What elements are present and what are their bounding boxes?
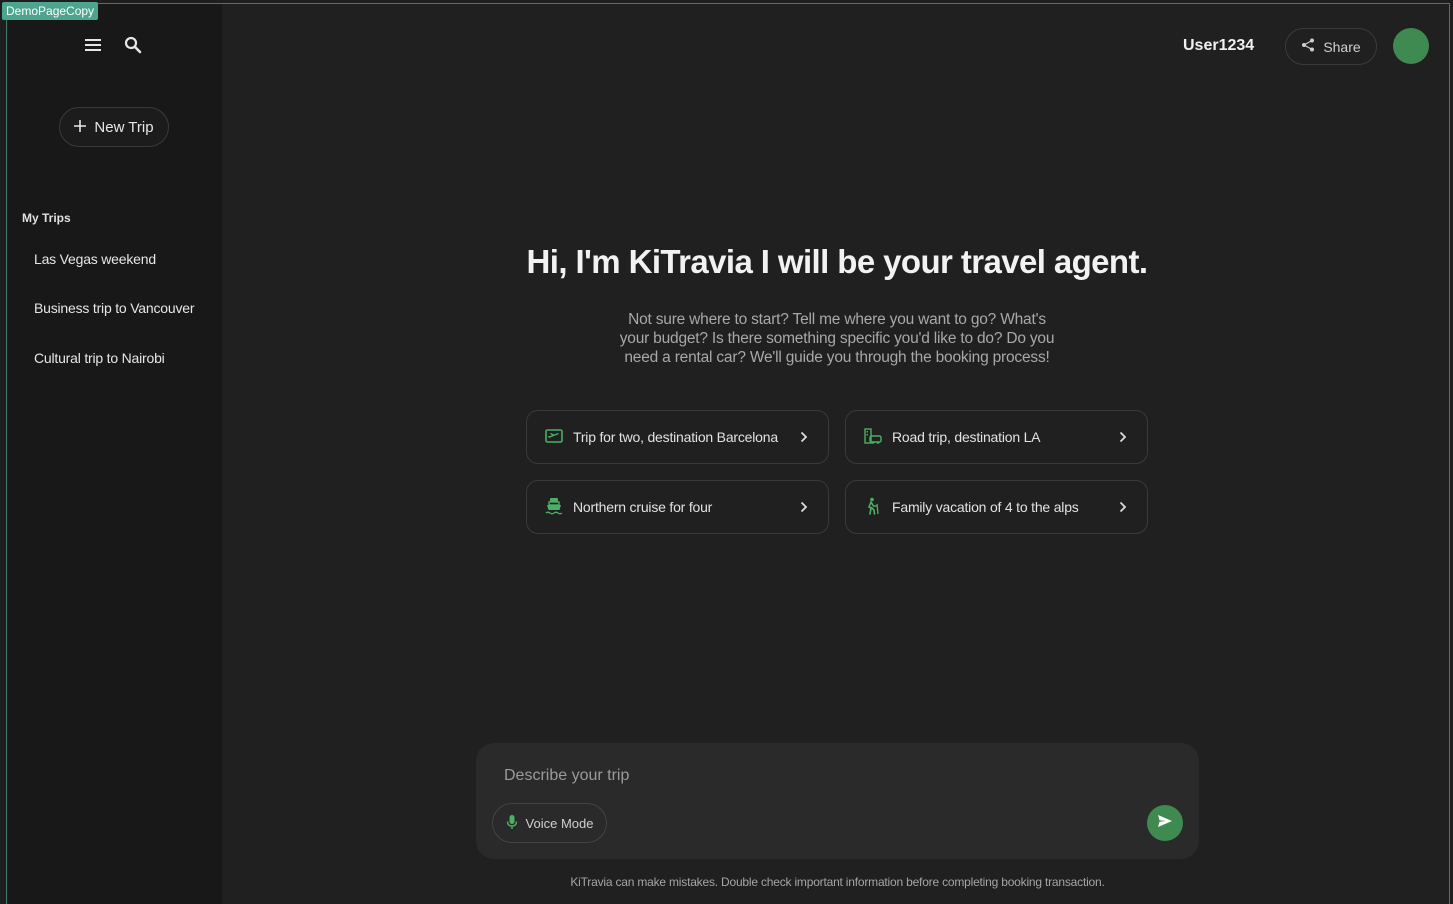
sidebar: New Trip My Trips Las Vegas weekend Busi… <box>8 4 222 904</box>
voice-mode-label: Voice Mode <box>525 815 594 831</box>
sidebar-toolbar <box>84 36 142 54</box>
sidebar-item-trip[interactable]: Cultural trip to Nairobi <box>34 350 165 366</box>
suggestion-card[interactable]: Northern cruise for four <box>526 480 829 534</box>
username: User1234 <box>1183 37 1255 54</box>
chevron-right-icon <box>1117 431 1129 443</box>
new-trip-button[interactable]: New Trip <box>59 107 169 147</box>
suggestion-label: Road trip, destination LA <box>892 429 1041 445</box>
chevron-right-icon <box>798 501 810 513</box>
sidebar-item-trip[interactable]: Business trip to Vancouver <box>34 300 194 316</box>
hiking-icon <box>864 497 882 518</box>
sidebar-item-trip[interactable]: Las Vegas weekend <box>34 251 156 267</box>
avatar[interactable] <box>1393 28 1429 64</box>
suggestion-card[interactable]: Trip for two, destination Barcelona <box>526 410 829 464</box>
menu-icon[interactable] <box>84 36 102 54</box>
suggestion-label: Northern cruise for four <box>573 499 713 515</box>
plus-icon <box>74 119 87 136</box>
suggestion-card[interactable]: Family vacation of 4 to the alps <box>845 480 1148 534</box>
disclaimer-text: KiTravia can make mistakes. Double check… <box>570 875 1105 889</box>
share-button[interactable]: Share <box>1285 28 1377 65</box>
search-icon[interactable] <box>124 36 142 54</box>
share-icon <box>1301 38 1315 55</box>
flight-icon <box>545 428 563 447</box>
trip-description-input[interactable] <box>502 763 1146 789</box>
microphone-icon <box>506 814 518 833</box>
intro-text: Not sure where to start? Tell me where y… <box>619 311 1055 366</box>
send-icon <box>1157 814 1173 833</box>
ship-icon <box>545 497 563 518</box>
trip-composer: Voice Mode <box>476 743 1199 859</box>
car-city-icon <box>864 427 882 448</box>
suggestion-label: Family vacation of 4 to the alps <box>892 499 1079 515</box>
chevron-right-icon <box>798 431 810 443</box>
my-trips-heading: My Trips <box>22 211 71 225</box>
new-trip-label: New Trip <box>94 118 154 136</box>
chevron-right-icon <box>1117 501 1129 513</box>
voice-mode-button[interactable]: Voice Mode <box>492 803 607 843</box>
send-button[interactable] <box>1147 805 1183 841</box>
demo-badge: DemoPageCopy <box>2 2 99 20</box>
share-label: Share <box>1323 38 1361 55</box>
suggestion-card[interactable]: Road trip, destination LA <box>845 410 1148 464</box>
suggestion-label: Trip for two, destination Barcelona <box>573 429 778 445</box>
page-title: Hi, I'm KiTravia I will be your travel a… <box>526 243 1148 280</box>
